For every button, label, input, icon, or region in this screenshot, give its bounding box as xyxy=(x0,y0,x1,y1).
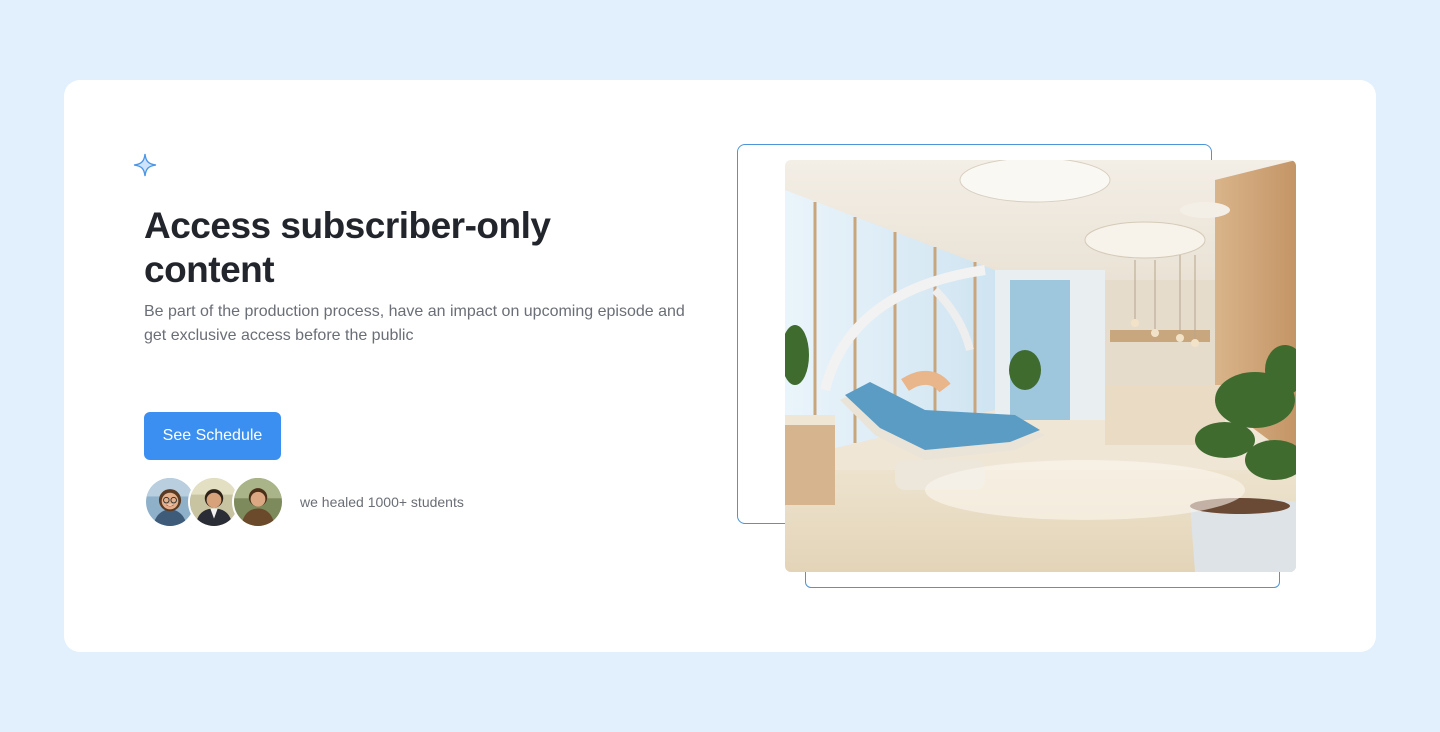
dental-clinic-photo xyxy=(785,160,1296,572)
sparkle-icon xyxy=(133,153,157,177)
social-proof-text: we healed 1000+ students xyxy=(300,494,464,510)
avatar xyxy=(232,476,284,528)
hero-title: Access subscriber-only content xyxy=(144,205,551,290)
see-schedule-button[interactable]: See Schedule xyxy=(144,412,281,460)
avatar-group xyxy=(144,476,284,528)
hero-description: Be part of the production process, have … xyxy=(144,303,685,344)
